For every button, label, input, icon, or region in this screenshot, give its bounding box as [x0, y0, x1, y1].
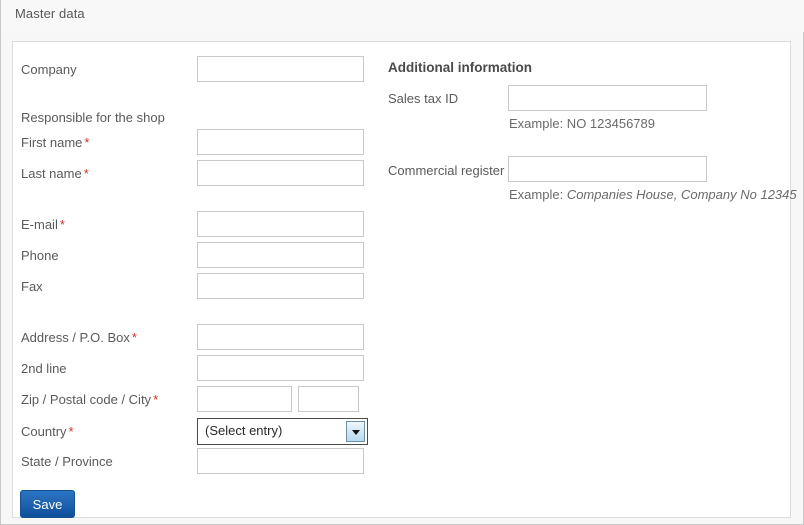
second-line-label: 2nd line [21, 361, 67, 376]
email-label: E-mail * [21, 217, 65, 232]
zip-input[interactable] [197, 386, 292, 412]
commercial-register-input[interactable] [508, 156, 707, 182]
zip-city-label: Zip / Postal code / City * [21, 392, 159, 407]
email-input[interactable] [197, 211, 364, 237]
state-label: State / Province [21, 454, 113, 469]
address-label: Address / P.O. Box * [21, 330, 137, 345]
country-select[interactable]: (Select entry) [197, 418, 368, 445]
first-name-label: First name * [21, 135, 90, 150]
responsible-section-label: Responsible for the shop [21, 110, 165, 125]
address-input[interactable] [197, 324, 364, 350]
additional-information-heading: Additional information [388, 60, 532, 75]
sales-tax-id-hint: Example: NO 123456789 [509, 116, 655, 131]
city-input[interactable] [298, 386, 359, 412]
form-panel: Company Responsible for the shop First n… [12, 41, 797, 518]
fax-input[interactable] [197, 273, 364, 299]
app-screen: Master data Company Responsible for the … [0, 0, 804, 525]
last-name-label: Last name * [21, 166, 89, 181]
required-asterisk: * [153, 392, 159, 407]
phone-input[interactable] [197, 242, 364, 268]
window-frame: Master data Company Responsible for the … [0, 0, 804, 525]
commercial-register-hint-example: Companies House, Company No 12345 [566, 187, 797, 202]
save-button[interactable]: Save [20, 490, 75, 518]
required-asterisk: * [84, 135, 90, 150]
country-select-value: (Select entry) [205, 423, 283, 438]
sales-tax-id-input[interactable] [508, 85, 707, 111]
state-input[interactable] [197, 448, 364, 474]
commercial-register-hint: Example: Companies House, Company No 123… [509, 187, 797, 202]
commercial-register-label: Commercial register [388, 163, 505, 178]
required-asterisk: * [83, 166, 89, 181]
chevron-down-icon[interactable] [346, 421, 365, 442]
phone-label: Phone [21, 248, 59, 263]
required-asterisk: * [131, 330, 137, 345]
first-name-input[interactable] [197, 129, 364, 155]
page-title: Master data [15, 6, 85, 21]
title-bar: Master data [1, 0, 804, 32]
fax-label: Fax [21, 279, 43, 294]
company-input[interactable] [197, 56, 364, 82]
commercial-register-hint-prefix: Example: [509, 187, 567, 202]
last-name-input[interactable] [197, 160, 364, 186]
second-line-input[interactable] [197, 355, 364, 381]
required-asterisk: * [68, 424, 74, 439]
sales-tax-id-label: Sales tax ID [388, 91, 459, 106]
country-label: Country * [21, 424, 74, 439]
required-asterisk: * [59, 217, 65, 232]
company-label: Company [21, 62, 77, 77]
